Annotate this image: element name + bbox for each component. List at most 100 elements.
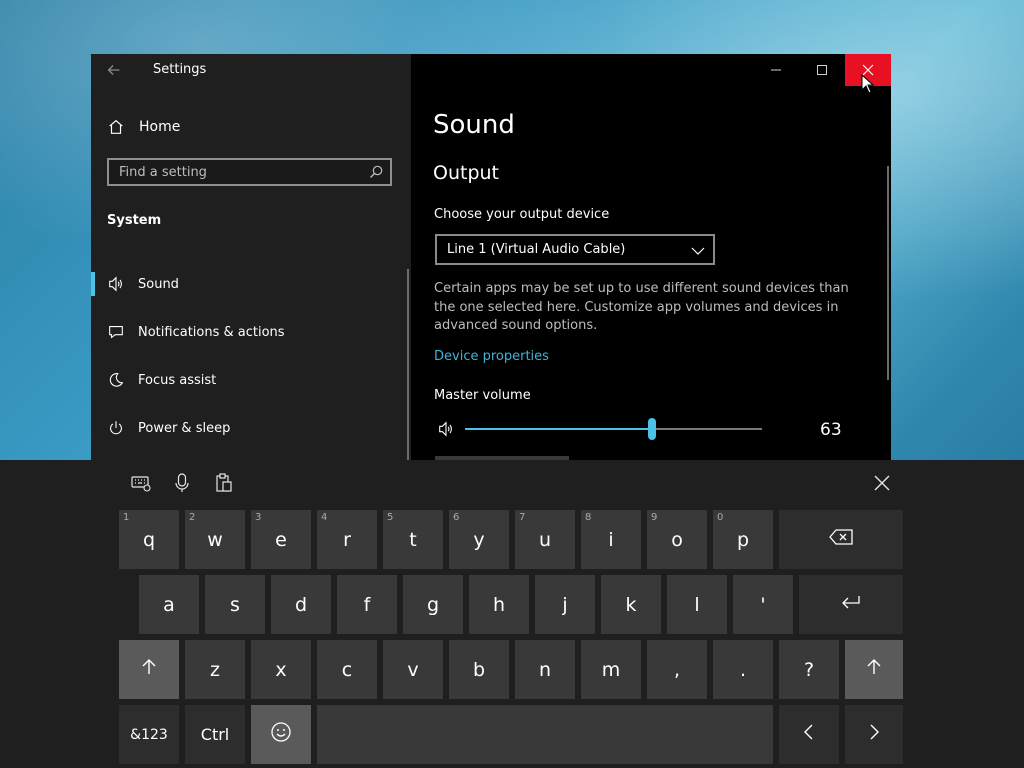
key-apostrophe[interactable]: ' — [733, 575, 793, 634]
key-f[interactable]: f — [337, 575, 397, 634]
key-o[interactable]: 9o — [647, 510, 707, 569]
output-device-value: Line 1 (Virtual Audio Cable) — [447, 242, 626, 257]
key-question[interactable]: ? — [779, 640, 839, 699]
key-i[interactable]: 8i — [581, 510, 641, 569]
key-d[interactable]: d — [271, 575, 331, 634]
chevron-right-icon — [866, 722, 882, 747]
volume-slider[interactable] — [465, 418, 762, 440]
volume-value: 63 — [820, 420, 842, 440]
master-volume-label: Master volume — [434, 388, 531, 403]
moon-icon — [107, 371, 125, 389]
shift-up-icon — [864, 657, 884, 682]
output-device-label: Choose your output device — [434, 207, 610, 222]
key-l[interactable]: l — [667, 575, 727, 634]
key-x[interactable]: x — [251, 640, 311, 699]
sidebar-item-label: Power & sleep — [138, 420, 231, 436]
emoji-key[interactable] — [251, 705, 311, 764]
volume-slider-fill — [465, 428, 653, 430]
symbols-key[interactable]: &123 — [119, 705, 179, 764]
key-a[interactable]: a — [139, 575, 199, 634]
key-p[interactable]: 0p — [713, 510, 773, 569]
section-title: System — [107, 213, 162, 228]
sidebar-scrollbar[interactable] — [407, 269, 409, 460]
key-comma[interactable]: , — [647, 640, 707, 699]
key-n[interactable]: n — [515, 640, 575, 699]
key-j[interactable]: j — [535, 575, 595, 634]
clipboard-icon[interactable] — [213, 472, 235, 494]
shift-up-icon — [139, 657, 159, 682]
minimize-button[interactable] — [753, 54, 799, 86]
search-input[interactable]: Find a setting — [107, 158, 392, 186]
key-s[interactable]: s — [205, 575, 265, 634]
output-device-dropdown[interactable]: Line 1 (Virtual Audio Cable) — [435, 234, 715, 265]
nav-home[interactable]: Home — [107, 116, 180, 138]
master-volume-row: 63 — [435, 417, 875, 441]
keyboard-settings-icon[interactable] — [130, 472, 152, 494]
key-c[interactable]: c — [317, 640, 377, 699]
backspace-key[interactable] — [779, 510, 903, 569]
key-v[interactable]: v — [383, 640, 443, 699]
keyboard-toolbar — [0, 460, 1024, 508]
key-m[interactable]: m — [581, 640, 641, 699]
key-z[interactable]: z — [185, 640, 245, 699]
microphone-icon[interactable] — [171, 472, 193, 494]
right-arrow-key[interactable] — [845, 705, 903, 764]
sidebar-item-sound[interactable]: Sound — [91, 260, 411, 308]
settings-window: Settings Home Find a setting System Soun… — [91, 54, 891, 460]
page-title: Sound — [433, 110, 515, 140]
maximize-icon — [817, 65, 827, 75]
key-e[interactable]: 3e — [251, 510, 311, 569]
key-q[interactable]: 1q — [119, 510, 179, 569]
output-heading: Output — [433, 162, 499, 184]
key-t[interactable]: 5t — [383, 510, 443, 569]
sidebar-item-label: Focus assist — [138, 372, 217, 388]
volume-slider-thumb[interactable] — [648, 418, 657, 440]
chevron-left-icon — [801, 722, 817, 747]
minimize-icon — [771, 69, 781, 71]
power-icon — [107, 419, 125, 437]
settings-sidebar: Settings Home Find a setting System Soun… — [91, 54, 411, 460]
enter-key[interactable] — [799, 575, 903, 634]
backspace-icon — [828, 528, 854, 551]
shift-left-key[interactable] — [119, 640, 179, 699]
key-b[interactable]: b — [449, 640, 509, 699]
sidebar-item-notifications[interactable]: Notifications & actions — [91, 308, 411, 356]
key-period[interactable]: . — [713, 640, 773, 699]
sidebar-item-power-sleep[interactable]: Power & sleep — [91, 404, 411, 452]
home-icon — [107, 118, 125, 136]
emoji-icon — [269, 720, 293, 749]
keyboard-close-icon[interactable] — [871, 472, 893, 494]
device-properties-link[interactable]: Device properties — [434, 349, 549, 364]
key-w[interactable]: 2w — [185, 510, 245, 569]
window-title: Settings — [153, 62, 207, 77]
sound-content: Sound Output Choose your output device L… — [411, 54, 891, 460]
space-key[interactable] — [317, 705, 773, 764]
key-r[interactable]: 4r — [317, 510, 377, 569]
sidebar-item-label: Notifications & actions — [138, 324, 285, 340]
sidebar-item-label: Sound — [138, 276, 179, 292]
maximize-button[interactable] — [799, 54, 845, 86]
chevron-down-icon — [691, 243, 705, 257]
search-icon[interactable] — [368, 164, 384, 180]
output-description: Certain apps may be set up to use differ… — [434, 281, 849, 333]
ctrl-key[interactable]: Ctrl — [185, 705, 245, 764]
enter-icon — [840, 593, 862, 616]
key-y[interactable]: 6y — [449, 510, 509, 569]
mouse-cursor-icon — [861, 73, 875, 94]
back-arrow-icon[interactable] — [105, 61, 127, 81]
key-u[interactable]: 7u — [515, 510, 575, 569]
nav-list: Sound Notifications & actions Focus assi… — [91, 260, 411, 452]
notification-icon — [107, 323, 125, 341]
key-g[interactable]: g — [403, 575, 463, 634]
key-h[interactable]: h — [469, 575, 529, 634]
nav-home-label: Home — [139, 119, 181, 135]
touch-keyboard: 1q 2w 3e 4r 5t 6y 7u 8i 9o 0p a s d f g … — [0, 460, 1024, 768]
volume-speaker-icon[interactable] — [437, 420, 455, 438]
speaker-icon — [107, 275, 125, 293]
content-scrollbar[interactable] — [887, 166, 889, 380]
key-k[interactable]: k — [601, 575, 661, 634]
sidebar-item-focus-assist[interactable]: Focus assist — [91, 356, 411, 404]
left-arrow-key[interactable] — [779, 705, 839, 764]
search-placeholder: Find a setting — [119, 165, 207, 180]
shift-right-key[interactable] — [845, 640, 903, 699]
